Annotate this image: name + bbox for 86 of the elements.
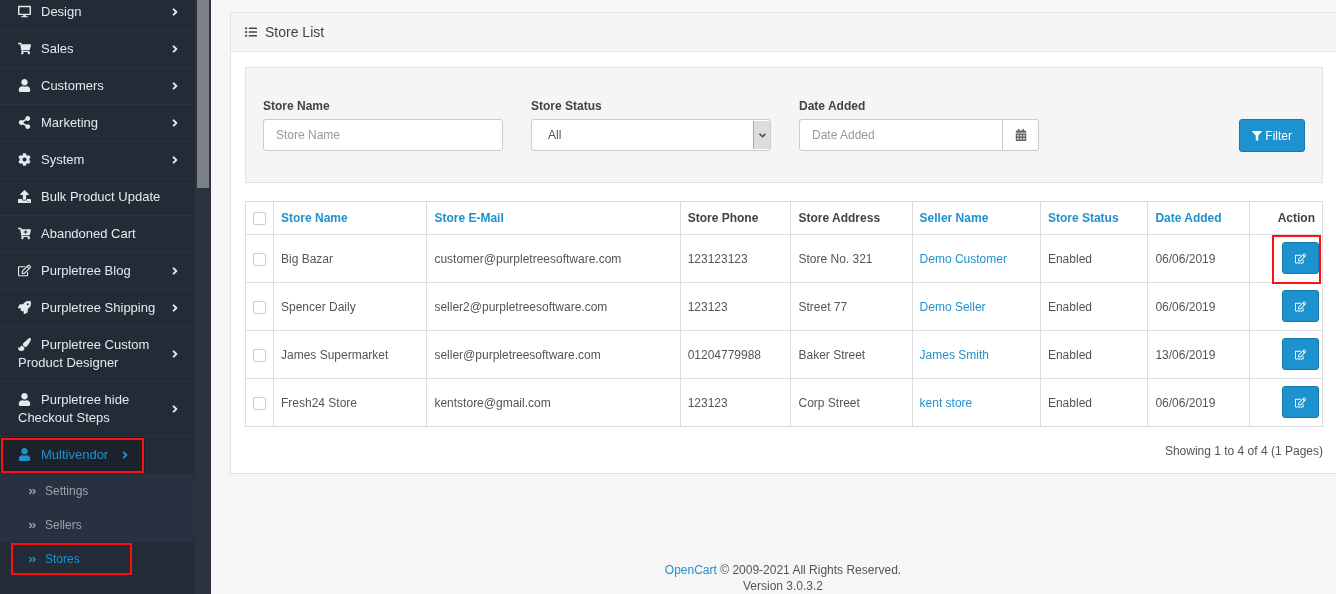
submenu-item[interactable]: Sellers bbox=[0, 508, 195, 542]
table-cell: Enabled bbox=[1040, 378, 1148, 427]
scrollbar-thumb[interactable] bbox=[197, 0, 209, 188]
table-cell: 123123 bbox=[680, 378, 791, 427]
table-cell: 123123 bbox=[680, 282, 791, 331]
calendar-button[interactable] bbox=[1003, 119, 1039, 151]
checkbox[interactable] bbox=[253, 212, 266, 226]
table-cell: 06/06/2019 bbox=[1147, 234, 1250, 283]
seller-link[interactable]: kent store bbox=[912, 378, 1041, 427]
version-text: Version 3.0.3.2 bbox=[741, 578, 825, 594]
field-label: Date Added bbox=[799, 99, 867, 113]
column-header: Action bbox=[1249, 201, 1323, 235]
date-field[interactable]: Date Added bbox=[799, 119, 1004, 151]
status-select[interactable]: All bbox=[531, 119, 771, 151]
double-chevron-icon bbox=[28, 520, 37, 530]
edit-button[interactable] bbox=[1282, 338, 1319, 370]
table-cell: Corp Street bbox=[791, 378, 913, 427]
cart-icon bbox=[18, 42, 31, 55]
table-cell: Enabled bbox=[1040, 282, 1148, 331]
upload-icon bbox=[18, 190, 31, 203]
copyright-text: OpenCart © 2009-2021 All Rights Reserved. bbox=[663, 562, 903, 578]
edit-button[interactable] bbox=[1282, 290, 1319, 322]
edit-button[interactable] bbox=[1282, 386, 1319, 418]
sort-link[interactable]: Date Added bbox=[1147, 201, 1250, 235]
checkbox[interactable] bbox=[253, 396, 266, 410]
edit-button[interactable] bbox=[1282, 242, 1319, 274]
seller-link[interactable]: Demo Customer bbox=[912, 234, 1041, 283]
sidebar-item[interactable]: Multivendor bbox=[0, 437, 145, 474]
table-cell: kentstore@gmail.com bbox=[426, 378, 681, 427]
checkbox[interactable] bbox=[253, 252, 266, 266]
user-icon bbox=[18, 79, 31, 92]
calendar-icon bbox=[1014, 129, 1027, 141]
edit-icon bbox=[1295, 348, 1306, 360]
table-cell: 13/06/2019 bbox=[1147, 330, 1250, 379]
table-cell: seller2@purpletreesoftware.com bbox=[426, 282, 681, 331]
user-icon bbox=[18, 393, 31, 406]
table-cell: Fresh24 Store bbox=[273, 378, 427, 427]
edit-icon bbox=[1295, 396, 1306, 408]
scrollbar[interactable] bbox=[195, 0, 211, 594]
filter-button[interactable]: Filter bbox=[1239, 119, 1305, 152]
seller-link[interactable]: Demo Seller bbox=[912, 282, 1041, 331]
table-cell: James Supermarket bbox=[273, 330, 427, 379]
table-cell: Big Bazar bbox=[273, 234, 427, 283]
field-label: Store Name bbox=[263, 99, 331, 113]
monitor-icon bbox=[18, 5, 31, 18]
table-cell: 123123123 bbox=[680, 234, 791, 283]
submenu-item[interactable]: Stores bbox=[10, 542, 133, 576]
edit-icon bbox=[1295, 300, 1306, 312]
checkbox[interactable] bbox=[253, 348, 266, 362]
edit-icon bbox=[18, 264, 31, 277]
brush-icon bbox=[18, 338, 31, 351]
user-icon bbox=[18, 448, 31, 461]
table-cell: Baker Street bbox=[791, 330, 913, 379]
table-cell: Enabled bbox=[1040, 330, 1148, 379]
table-cell: 06/06/2019 bbox=[1147, 378, 1250, 427]
store-name-field[interactable]: Store Name bbox=[263, 119, 503, 151]
seller-link[interactable]: James Smith bbox=[912, 330, 1041, 379]
table-cell: Enabled bbox=[1040, 234, 1148, 283]
column-header: Store Phone bbox=[680, 201, 791, 235]
table-cell: Store No. 321 bbox=[791, 234, 913, 283]
share-icon bbox=[18, 116, 31, 129]
edit-icon bbox=[1295, 252, 1306, 264]
double-chevron-icon bbox=[28, 554, 37, 564]
settings-icon bbox=[18, 153, 31, 166]
checkbox[interactable] bbox=[253, 300, 266, 314]
panel-title: Store List bbox=[265, 24, 325, 40]
pagination-text: Showing 1 to 4 of 4 (1 Pages) bbox=[1163, 444, 1323, 458]
submenu-item[interactable]: Settings bbox=[0, 474, 195, 508]
sort-link[interactable]: Store Name bbox=[273, 201, 427, 235]
table-cell: seller@purpletreesoftware.com bbox=[426, 330, 681, 379]
sort-link[interactable]: Seller Name bbox=[912, 201, 1041, 235]
list-icon bbox=[245, 26, 257, 38]
table-cell: Spencer Daily bbox=[273, 282, 427, 331]
filter-icon bbox=[1252, 130, 1263, 141]
opencart-link[interactable]: OpenCart bbox=[664, 563, 717, 577]
table-cell: customer@purpletreesoftware.com bbox=[426, 234, 681, 283]
sort-link[interactable]: Store Status bbox=[1040, 201, 1148, 235]
sort-link[interactable]: Store E-Mail bbox=[426, 201, 681, 235]
double-chevron-icon bbox=[28, 486, 37, 496]
column-header: Store Address bbox=[791, 201, 913, 235]
cart-plus-icon bbox=[18, 227, 31, 240]
table-cell: 01204779988 bbox=[680, 330, 791, 379]
field-label: Store Status bbox=[531, 99, 603, 113]
rocket-icon bbox=[18, 301, 31, 314]
table-cell: Street 77 bbox=[791, 282, 913, 331]
table-cell: 06/06/2019 bbox=[1147, 282, 1250, 331]
